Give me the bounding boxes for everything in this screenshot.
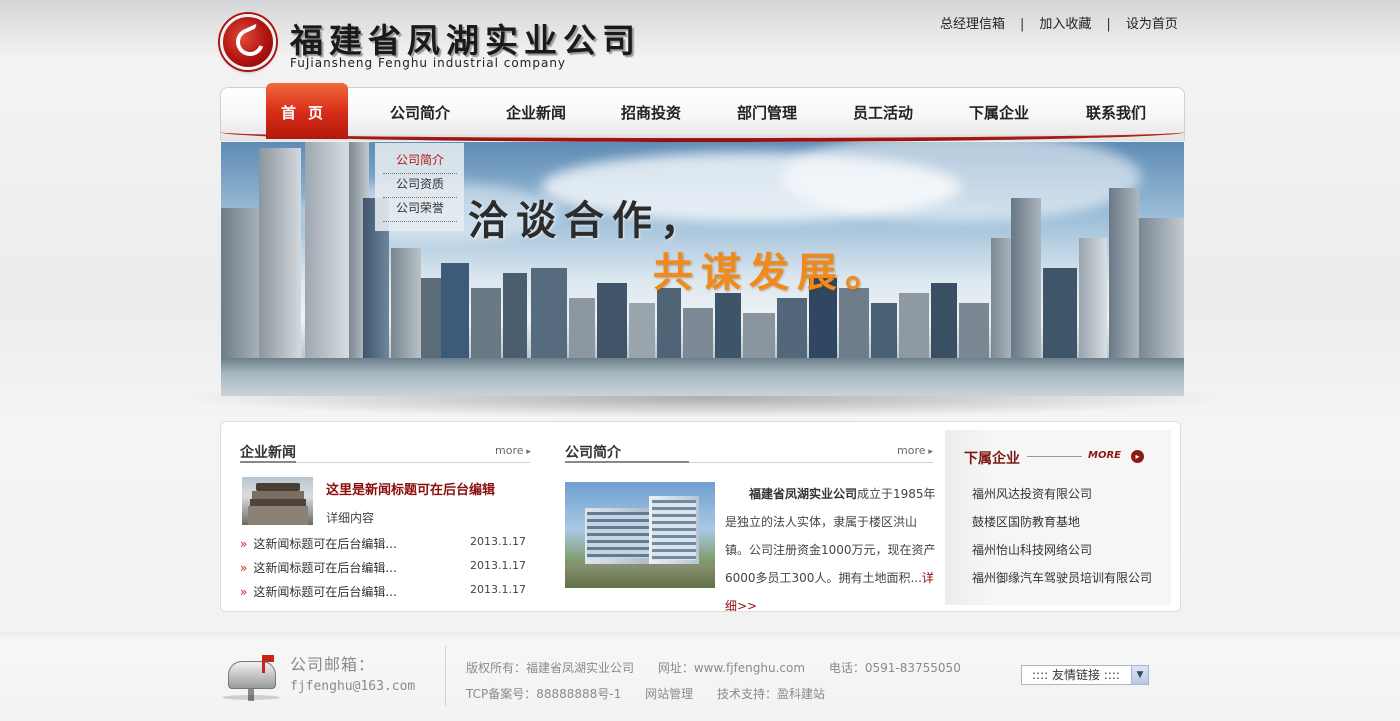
- intro-text: 福建省凤湖实业公司成立于1985年是独立的法人实体，隶属于楼区洪山镇。公司注册资…: [725, 480, 937, 620]
- company-building-photo[interactable]: [565, 482, 715, 588]
- mailbox-icon: [222, 655, 280, 701]
- add-favorite-link[interactable]: 加入收藏: [1039, 13, 1091, 32]
- footer-icp: TCP备案号：88888888号-1: [466, 687, 622, 701]
- bullet-icon: »: [240, 585, 248, 599]
- banner-slogan-line1: 洽谈合作，: [468, 197, 708, 244]
- company-logo[interactable]: [220, 14, 276, 70]
- mail-address[interactable]: fjfenghu@163.com: [290, 679, 415, 694]
- footer-website[interactable]: 网址：www.fjfenghu.com: [658, 659, 805, 676]
- about-submenu: 公司简介 公司资质 公司荣誉: [375, 143, 464, 231]
- company-name-en: FuJiansheng Fenghu industrial company: [290, 56, 567, 70]
- news-title-underline: [240, 461, 296, 463]
- nav-item-news[interactable]: 企业新闻: [490, 102, 582, 123]
- news-more-link[interactable]: more: [495, 444, 531, 457]
- bullet-icon: »: [240, 561, 248, 575]
- news-section-title: 企业新闻: [240, 445, 296, 461]
- chevron-down-icon[interactable]: ▼: [1131, 666, 1148, 684]
- news-item-date: 2013.1.17: [470, 583, 526, 596]
- banner-water: [221, 358, 1184, 396]
- footer-divider: [445, 646, 446, 706]
- news-headline[interactable]: 这里是新闻标题可在后台编辑: [326, 479, 495, 498]
- news-thumbnail[interactable]: [242, 477, 313, 525]
- phoenix-icon: [231, 23, 269, 61]
- mail-label: 公司邮箱：: [290, 655, 376, 674]
- friend-links-label: :::: 友情链接 ::::: [1032, 668, 1120, 682]
- submenu-item-honors[interactable]: 公司荣誉: [383, 198, 457, 222]
- intro-more-link[interactable]: more: [897, 444, 933, 457]
- news-detail[interactable]: 详细内容: [326, 509, 374, 526]
- footer-admin-link[interactable]: 网站管理: [645, 685, 693, 702]
- banner-slogan-line2: 共谋发展。: [653, 249, 893, 296]
- top-link-separator: |: [1106, 17, 1111, 32]
- news-item-title: 这新闻标题可在后台编辑...: [253, 561, 397, 575]
- intro-body: 成立于1985年是独立的法人实体，隶属于楼区洪山镇。公司注册资金1000万元，现…: [725, 487, 936, 585]
- news-item-date: 2013.1.17: [470, 559, 526, 572]
- footer-copyright: 版权所有：福建省凤湖实业公司: [466, 661, 635, 675]
- subsidiaries-title: 下属企业: [964, 451, 1020, 467]
- footer-line-2: TCP备案号：88888888号-1 网站管理 技术支持：盈科建站: [466, 685, 825, 702]
- subsidiaries-title-line: [1027, 456, 1082, 457]
- gm-mailbox-link[interactable]: 总经理信箱: [940, 13, 1005, 32]
- subsidiary-item[interactable]: 福州怡山科技网络公司: [972, 541, 1092, 558]
- set-homepage-link[interactable]: 设为首页: [1126, 13, 1178, 32]
- submenu-item-about[interactable]: 公司简介: [383, 150, 457, 174]
- company-name-cn: 福建省凤湖实业公司: [290, 21, 641, 60]
- subsidiary-item[interactable]: 福州风达投资有限公司: [972, 485, 1092, 502]
- intro-section-title: 公司简介: [565, 445, 621, 461]
- nav-item-departments[interactable]: 部门管理: [721, 102, 813, 123]
- nav-item-staff-activities[interactable]: 员工活动: [837, 102, 929, 123]
- bullet-icon: »: [240, 537, 248, 551]
- friend-links-select[interactable]: :::: 友情链接 :::: ▼: [1021, 665, 1149, 685]
- news-item-title: 这新闻标题可在后台编辑...: [253, 585, 397, 599]
- top-link-separator: |: [1020, 17, 1025, 32]
- news-item-date: 2013.1.17: [470, 535, 526, 548]
- nav-item-subsidiaries[interactable]: 下属企业: [953, 102, 1045, 123]
- footer-support: 技术支持：盈科建站: [716, 687, 825, 701]
- news-item-title: 这新闻标题可在后台编辑...: [253, 537, 397, 551]
- nav-item-investment[interactable]: 招商投资: [605, 102, 697, 123]
- subsidiary-item[interactable]: 福州御缘汽车驾驶员培训有限公司: [972, 569, 1152, 586]
- top-links: 总经理信箱 | 加入收藏 | 设为首页: [940, 13, 1178, 32]
- footer-line-1: 版权所有：福建省凤湖实业公司 网址：www.fjfenghu.com 电话：05…: [466, 659, 961, 676]
- nav-item-about[interactable]: 公司简介: [374, 102, 466, 123]
- news-list-item[interactable]: » 这新闻标题可在后台编辑... 2013.1.17: [240, 559, 530, 583]
- news-list-item[interactable]: » 这新闻标题可在后台编辑... 2013.1.17: [240, 535, 530, 559]
- subsidiaries-more-link[interactable]: MORE: [1088, 450, 1121, 461]
- submenu-item-qualification[interactable]: 公司资质: [383, 174, 457, 198]
- intro-company-name: 福建省凤湖实业公司: [749, 487, 858, 501]
- arrow-right-icon[interactable]: ▸: [1131, 450, 1144, 463]
- intro-title-underline: [565, 461, 689, 463]
- nav-item-home[interactable]: 首页: [262, 102, 354, 123]
- news-list-item[interactable]: » 这新闻标题可在后台编辑... 2013.1.17: [240, 583, 530, 607]
- subsidiary-item[interactable]: 鼓楼区国防教育基地: [972, 513, 1080, 530]
- nav-item-contact[interactable]: 联系我们: [1070, 102, 1162, 123]
- footer-phone: 电话：0591-83755050: [828, 661, 961, 675]
